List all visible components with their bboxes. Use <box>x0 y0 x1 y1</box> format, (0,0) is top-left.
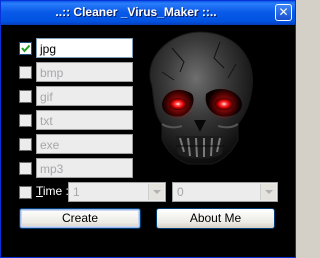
exe-field[interactable]: exe <box>36 134 133 154</box>
about-me-button[interactable]: About Me <box>156 208 275 229</box>
window-title: ..:: Cleaner _Virus_Maker ::.. <box>55 5 217 19</box>
time-value-select[interactable]: 1 <box>68 182 166 202</box>
chevron-down-icon[interactable] <box>148 184 164 200</box>
ext-row-exe: exe <box>19 134 139 154</box>
bmp-field[interactable]: bmp <box>36 62 133 82</box>
jpg-checkbox[interactable] <box>19 42 32 55</box>
time-checkbox[interactable] <box>19 186 32 199</box>
jpg-field[interactable]: jpg <box>36 38 133 58</box>
gif-field[interactable]: gif <box>36 86 133 106</box>
txt-checkbox[interactable] <box>19 114 32 127</box>
skull-image <box>149 31 253 165</box>
client-area: jpg bmp gif txt exe mp3 Time : 1 0 Creat… <box>4 25 292 254</box>
time-label-text: ime : <box>42 184 69 198</box>
bmp-checkbox[interactable] <box>19 66 32 79</box>
time-row: Time : 1 0 <box>19 182 279 202</box>
mp3-checkbox[interactable] <box>19 162 32 175</box>
title-bar[interactable]: ..:: Cleaner _Virus_Maker ::.. ✕ <box>1 1 295 25</box>
time-value-text: 1 <box>73 185 80 199</box>
chevron-down-icon[interactable] <box>260 184 276 200</box>
ext-row-bmp: bmp <box>19 62 139 82</box>
time-label-mnemonic: T <box>36 184 43 198</box>
exe-checkbox[interactable] <box>19 138 32 151</box>
ext-row-gif: gif <box>19 86 139 106</box>
create-button[interactable]: Create <box>19 208 141 229</box>
gif-checkbox[interactable] <box>19 90 32 103</box>
close-button[interactable]: ✕ <box>275 4 292 21</box>
close-icon: ✕ <box>278 5 289 19</box>
ext-row-mp3: mp3 <box>19 158 139 178</box>
txt-field[interactable]: txt <box>36 110 133 130</box>
ext-row-jpg: jpg <box>19 38 139 58</box>
time-unit-select[interactable]: 0 <box>172 182 278 202</box>
time-label: Time : <box>36 184 69 198</box>
main-window: ..:: Cleaner _Virus_Maker ::.. ✕ jpg bmp… <box>0 0 296 258</box>
time-unit-text: 0 <box>177 185 184 199</box>
ext-row-txt: txt <box>19 110 139 130</box>
check-icon <box>21 44 31 53</box>
mp3-field[interactable]: mp3 <box>36 158 133 178</box>
